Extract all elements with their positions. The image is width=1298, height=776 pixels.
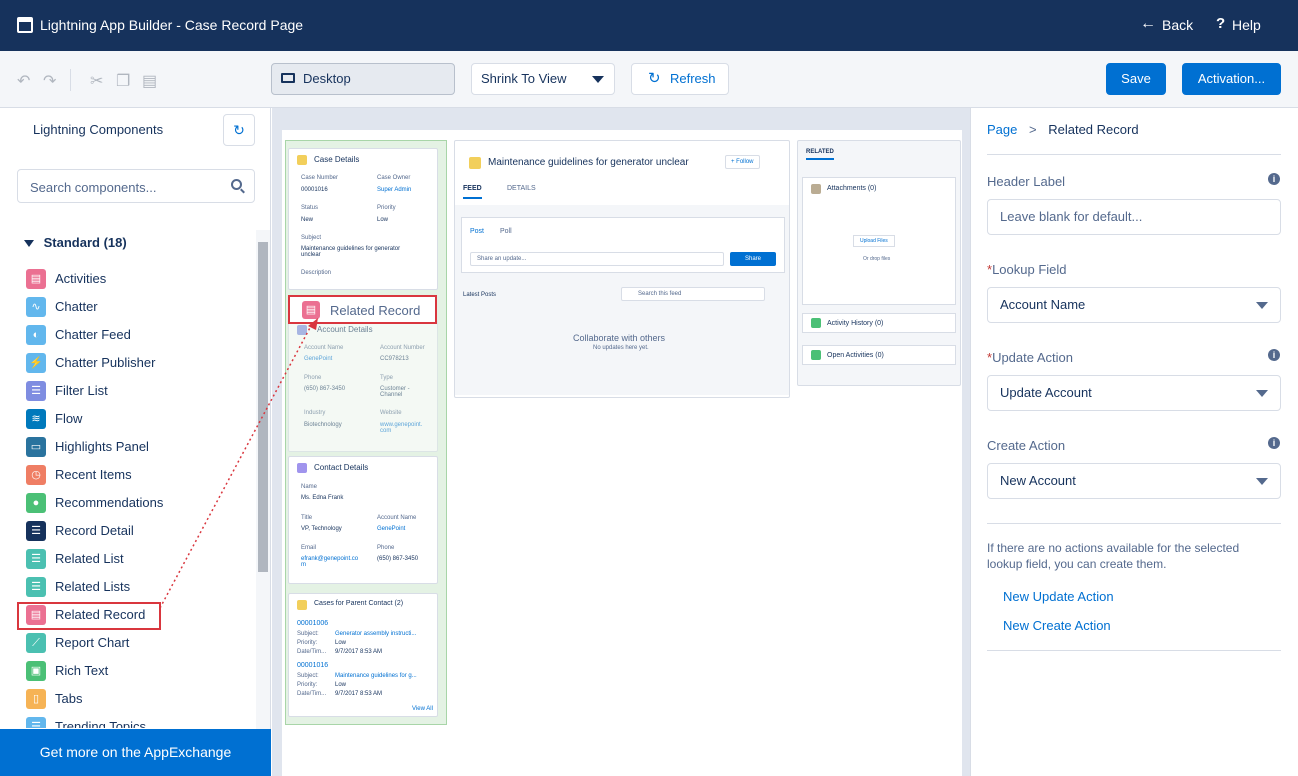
chevron-down-icon (1256, 478, 1268, 485)
update-action-select[interactable]: Update Account (987, 375, 1281, 411)
case-icon (297, 600, 307, 610)
device-selector[interactable]: Desktop (271, 63, 455, 95)
help-button[interactable]: ? Help (1216, 14, 1276, 36)
component-item[interactable]: ▤ Activities (26, 268, 246, 290)
divider (70, 69, 71, 91)
breadcrumb: Page > Related Record (987, 122, 1139, 137)
divider (987, 523, 1281, 524)
zoom-select[interactable]: Shrink To View (471, 63, 615, 95)
follow-button[interactable]: + Follow (725, 155, 760, 169)
help-text: If there are no actions available for th… (987, 541, 1240, 571)
question-icon: ? (1216, 15, 1226, 32)
component-item[interactable]: ∿ Chatter (26, 296, 246, 318)
chatter-publisher-icon: ⚡ (26, 353, 46, 373)
header-label-input[interactable]: Leave blank for default... (987, 199, 1281, 235)
refresh-icon: ↻ (648, 70, 661, 87)
toolbar: ↶ ↷ ✂ ❐ ▤ Desktop Shrink To View ↻ Refre… (0, 51, 1298, 108)
filter-list-icon: ☰ (26, 381, 46, 401)
save-button[interactable]: Save (1106, 63, 1166, 95)
activity-icon (811, 350, 821, 360)
activity-icon (811, 318, 821, 328)
activities-icon: ▤ (26, 269, 46, 289)
lookup-field-label: *Lookup Field (987, 262, 1067, 277)
activation-button[interactable]: Activation... (1182, 63, 1281, 95)
chevron-down-icon (1256, 390, 1268, 397)
component-item[interactable]: ⟋ Report Chart (26, 632, 246, 654)
feed-card[interactable]: Maintenance guidelines for generator unc… (454, 140, 790, 398)
back-button[interactable]: ← Back (1140, 14, 1200, 36)
undo-icon[interactable]: ↶ (17, 71, 30, 91)
case-details-card[interactable]: Case Details Case Number 00001016 Case O… (288, 148, 438, 290)
app-title: Lightning App Builder - Case Record Page (40, 17, 304, 33)
app-builder-icon (17, 17, 33, 33)
share-button[interactable]: Share (730, 252, 776, 266)
tabs-icon: ▯ (26, 689, 46, 709)
create-action-label: Create Action (987, 438, 1066, 453)
feed-search[interactable]: Search this feed (621, 287, 765, 301)
arrow-left-icon: ← (1140, 15, 1156, 32)
divider (987, 650, 1281, 651)
app-header: Lightning App Builder - Case Record Page… (0, 0, 1298, 51)
info-icon[interactable]: i (1268, 437, 1280, 449)
appexchange-footer[interactable]: Get more on the AppExchange (0, 729, 271, 776)
contact-icon (297, 463, 307, 473)
related-list-icon: ☰ (26, 549, 46, 569)
record-detail-icon: ☰ (26, 521, 46, 541)
contact-details-card[interactable]: Contact Details Name Ms. Edna Frank Titl… (288, 456, 438, 584)
share-input[interactable]: Share an update... (470, 252, 724, 266)
related-lists-icon: ☰ (26, 577, 46, 597)
refresh-button[interactable]: ↻ Refresh (631, 63, 729, 95)
selected-component-highlight (17, 602, 161, 630)
attachments-card: Attachments (0) Upload Files Or drop fil… (802, 177, 956, 305)
recent-items-icon: ◷ (26, 465, 46, 485)
trending-topics-icon: ☰ (26, 717, 46, 728)
chevron-down-icon (592, 76, 604, 83)
attachment-icon (811, 184, 821, 194)
component-item[interactable]: ▣ Rich Text (26, 660, 246, 682)
open-activities-card: Open Activities (0) (802, 345, 956, 365)
info-icon[interactable]: i (1268, 349, 1280, 361)
component-item[interactable]: ▯ Tabs (26, 688, 246, 710)
chatter-icon: ∿ (26, 297, 46, 317)
report-chart-icon: ⟋ (26, 633, 46, 653)
redo-icon[interactable]: ↷ (43, 71, 56, 91)
new-update-action-link[interactable]: New Update Action (1003, 589, 1114, 604)
chevron-down-icon (1256, 302, 1268, 309)
upload-files-button[interactable]: Upload Files (853, 235, 895, 247)
header-label-label: Header Label (987, 174, 1066, 189)
lookup-field-select[interactable]: Account Name (987, 287, 1281, 323)
recommendations-icon: ● (26, 493, 46, 513)
create-action-select[interactable]: New Account (987, 463, 1281, 499)
chatter-feed-icon: ◐ (26, 325, 46, 345)
cases-related-list-card[interactable]: Cases for Parent Contact (2) 00001006 Su… (288, 593, 438, 717)
related-record-icon: ▤ (302, 301, 320, 319)
update-action-label: *Update Action (987, 350, 1074, 365)
rich-text-icon: ▣ (26, 661, 46, 681)
case-icon (297, 155, 307, 165)
paste-icon[interactable]: ▤ (142, 71, 157, 91)
copy-icon[interactable]: ❐ (116, 71, 130, 91)
publisher: Post Poll Share an update... Share (461, 217, 785, 273)
info-icon[interactable]: i (1268, 173, 1280, 185)
component-item[interactable]: ☰ Trending Topics (26, 716, 246, 728)
case-icon (469, 157, 481, 169)
flow-icon: ≋ (26, 409, 46, 429)
desktop-icon (281, 73, 295, 83)
cut-icon[interactable]: ✂ (90, 71, 103, 91)
divider (987, 154, 1281, 155)
highlights-panel-icon: ▭ (26, 437, 46, 457)
new-create-action-link[interactable]: New Create Action (1003, 618, 1111, 633)
related-card[interactable]: RELATED Attachments (0) Upload Files Or … (797, 140, 961, 386)
activity-history-card: Activity History (0) (802, 313, 956, 333)
